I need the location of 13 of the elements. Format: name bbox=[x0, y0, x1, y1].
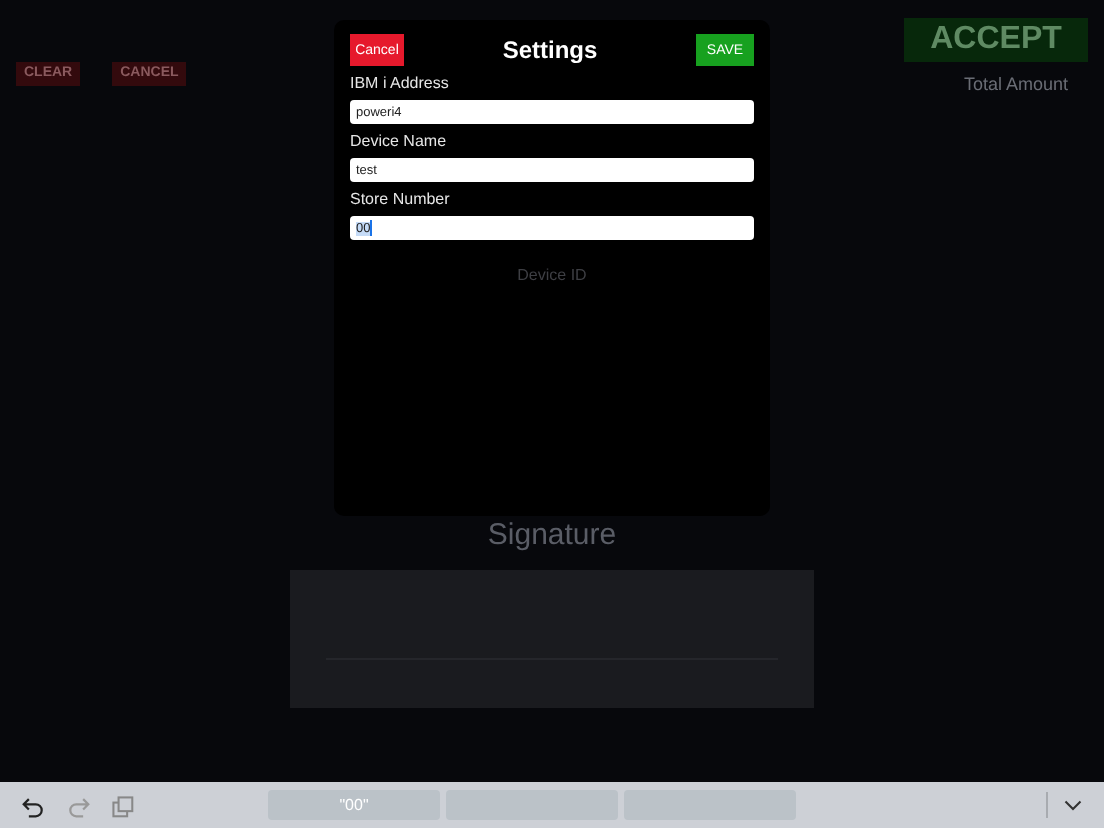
chevron-down-icon[interactable] bbox=[1064, 799, 1082, 811]
paste-icon[interactable] bbox=[110, 793, 134, 817]
signature-pad[interactable] bbox=[290, 570, 814, 708]
redo-icon[interactable] bbox=[66, 793, 90, 817]
field-label: Device Name bbox=[350, 132, 449, 152]
total-label: Total Amount bbox=[963, 74, 1068, 94]
field-label: IBM i Address bbox=[350, 74, 451, 94]
undo-icon[interactable] bbox=[22, 793, 46, 817]
device-id-label: Device ID bbox=[515, 266, 589, 284]
signature-label: Signature bbox=[487, 518, 617, 552]
field-label: Store Number bbox=[350, 190, 452, 210]
dialog-title: Settings bbox=[502, 36, 598, 64]
accept-button[interactable]: ACCEPT bbox=[904, 18, 1088, 62]
